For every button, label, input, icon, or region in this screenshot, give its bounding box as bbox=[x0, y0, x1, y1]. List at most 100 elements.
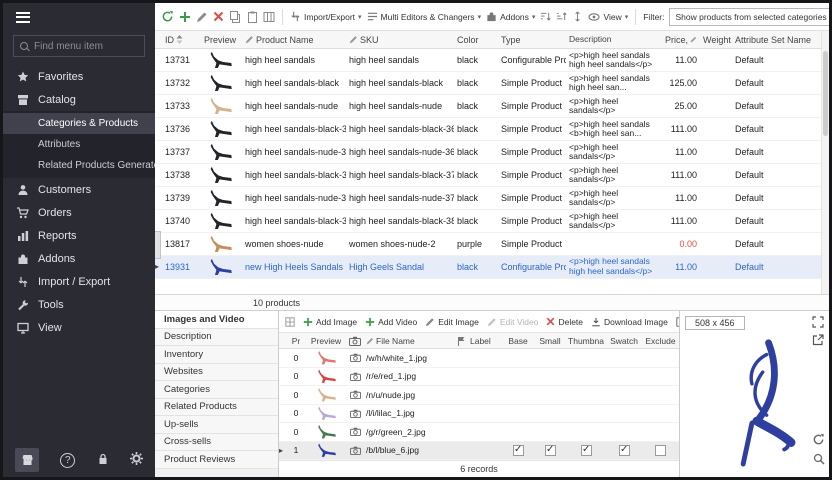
column-header-exclude[interactable]: Exclude bbox=[642, 336, 679, 346]
file-name-cell: /r/e/red_1.jpg bbox=[364, 371, 454, 381]
column-header-file-name[interactable]: File Name bbox=[364, 336, 454, 346]
image-row[interactable]: 0/w/h/white_1.jpg bbox=[279, 349, 679, 368]
category-filter-select[interactable]: Show products from selected categories▾ bbox=[669, 8, 829, 26]
help-icon[interactable]: ? bbox=[60, 453, 75, 468]
column-header-product-name[interactable]: Product Name bbox=[242, 35, 346, 45]
import-export-menu[interactable]: Import/Export▾ bbox=[290, 11, 362, 22]
base-checkbox[interactable] bbox=[513, 445, 524, 456]
delete-image-button[interactable]: Delete bbox=[546, 317, 583, 327]
refresh-image-icon[interactable] bbox=[812, 433, 825, 451]
thumbnail-checkbox[interactable] bbox=[581, 445, 592, 456]
delete-button[interactable] bbox=[213, 11, 224, 22]
id-cell: 13740 bbox=[162, 216, 198, 226]
column-header-description[interactable]: Description bbox=[566, 35, 662, 45]
copy-button[interactable] bbox=[229, 11, 241, 23]
swatch-checkbox[interactable] bbox=[619, 445, 630, 456]
sidebar-item-categories-products[interactable]: Categories & Products bbox=[3, 113, 155, 134]
table-row[interactable]: 13732high heel sandals-blackhigh heel sa… bbox=[155, 72, 821, 95]
sidebar-item-import-export[interactable]: Import / Export bbox=[3, 270, 155, 293]
column-header-type[interactable]: Type bbox=[498, 35, 566, 45]
table-row[interactable]: 13736high heel sandals-black-36high heel… bbox=[155, 118, 821, 141]
column-header-base[interactable]: Base bbox=[502, 336, 534, 346]
vertical-scrollbar[interactable] bbox=[821, 31, 829, 294]
tab-images-and-video[interactable]: Images and Video bbox=[155, 311, 278, 329]
store-icon[interactable] bbox=[15, 448, 39, 472]
view-menu[interactable]: View▾ bbox=[588, 12, 628, 22]
image-row[interactable]: 0/g/r/green_2.jpg bbox=[279, 423, 679, 442]
paste-button[interactable] bbox=[246, 11, 258, 23]
sort-ascending-button[interactable] bbox=[540, 11, 551, 22]
column-header-label[interactable]: Label bbox=[468, 336, 502, 346]
tab-related-products[interactable]: Related Products bbox=[155, 399, 278, 417]
tab-up-sells[interactable]: Up-sells bbox=[155, 416, 278, 434]
table-row[interactable]: 13737high heel sandals-nude-36high heel … bbox=[155, 141, 821, 164]
image-row[interactable]: 0/r/e/red_1.jpg bbox=[279, 368, 679, 387]
column-header-small[interactable]: Small bbox=[534, 336, 566, 346]
sort-descending-button[interactable] bbox=[556, 11, 567, 22]
sidebar-item-catalog[interactable]: Catalog bbox=[3, 88, 155, 111]
sidebar-item-favorites[interactable]: Favorites bbox=[3, 65, 155, 88]
multi-editors-menu[interactable]: Multi Editors & Changers▾ bbox=[367, 11, 482, 22]
tab-description[interactable]: Description bbox=[155, 329, 278, 347]
grid-view-icon[interactable] bbox=[285, 317, 295, 327]
zoom-icon[interactable] bbox=[813, 452, 825, 470]
image-row-selected[interactable]: 1/b/l/blue_6.jpg bbox=[279, 442, 679, 461]
add-video-button[interactable]: Add Video bbox=[365, 317, 417, 327]
table-row[interactable]: 13733high heel sandals-nudehigh heel san… bbox=[155, 95, 821, 118]
sidebar-item-related-products-generator[interactable]: Related Products Generator bbox=[3, 155, 155, 176]
fullscreen-icon[interactable] bbox=[812, 315, 824, 333]
small-checkbox[interactable] bbox=[545, 445, 556, 456]
download-image-button[interactable]: Download Image bbox=[591, 317, 668, 327]
open-external-icon[interactable] bbox=[812, 333, 824, 351]
column-header-sku[interactable]: SKU bbox=[346, 35, 454, 45]
add-image-button[interactable]: Add Image bbox=[303, 317, 357, 327]
exclude-checkbox[interactable] bbox=[655, 445, 666, 456]
product-image[interactable] bbox=[686, 333, 813, 469]
refresh-button[interactable] bbox=[161, 10, 174, 23]
tab-inventory[interactable]: Inventory bbox=[155, 346, 278, 364]
lock-icon[interactable] bbox=[97, 453, 109, 468]
sidebar-item-orders[interactable]: Orders bbox=[3, 201, 155, 224]
table-row[interactable]: 13739high heel sandals-nude-37high heel … bbox=[155, 187, 821, 210]
edit-image-button[interactable]: Edit Image bbox=[425, 317, 479, 327]
column-header-attribute-set[interactable]: Attribute Set Name bbox=[732, 35, 821, 45]
column-header-swatch[interactable]: Swatch bbox=[606, 336, 642, 346]
column-header-id[interactable]: ID bbox=[162, 35, 198, 45]
menu-search-input[interactable] bbox=[34, 41, 134, 52]
table-row-selected[interactable]: 13931new High Heels SandalsHigh Geels Sa… bbox=[155, 256, 821, 279]
sidebar-item-customers[interactable]: Customers bbox=[3, 178, 155, 201]
expand-collapse-button[interactable] bbox=[572, 11, 583, 22]
column-header-preview[interactable]: Preview bbox=[198, 35, 242, 45]
tab-cross-sells[interactable]: Cross-sells bbox=[155, 434, 278, 452]
table-row[interactable]: 13738high heel sandals-black-37high heel… bbox=[155, 164, 821, 187]
file-name-cell: /l/i/lilac_1.jpg bbox=[364, 408, 454, 418]
image-row[interactable]: 0/l/i/lilac_1.jpg bbox=[279, 405, 679, 424]
columns-button[interactable] bbox=[263, 11, 275, 23]
table-row[interactable]: 13817women shoes-nudewomen shoes-nude-2p… bbox=[155, 233, 821, 256]
add-product-button[interactable] bbox=[179, 11, 191, 23]
table-row[interactable]: 13740high heel sandals-black-38high heel… bbox=[155, 210, 821, 233]
edit-button[interactable] bbox=[196, 11, 208, 23]
column-header-color[interactable]: Color bbox=[454, 35, 498, 45]
column-header-weight[interactable]: Weight bbox=[700, 35, 732, 45]
column-header-price[interactable]: Price, bbox=[662, 35, 700, 45]
tab-websites[interactable]: Websites bbox=[155, 364, 278, 382]
menu-icon[interactable] bbox=[16, 9, 30, 25]
tab-product-reviews[interactable]: Product Reviews bbox=[155, 451, 278, 469]
sidebar-item-view[interactable]: View bbox=[3, 316, 155, 339]
column-header-priority[interactable]: Pr bbox=[286, 336, 306, 346]
settings-gear-icon[interactable] bbox=[130, 452, 143, 468]
image-row[interactable]: 0/n/u/nude.jpg bbox=[279, 386, 679, 405]
sidebar-item-attributes[interactable]: Attributes bbox=[3, 134, 155, 155]
sidebar-item-addons[interactable]: Addons bbox=[3, 247, 155, 270]
tab-categories[interactable]: Categories bbox=[155, 381, 278, 399]
scrollbar-thumb[interactable] bbox=[823, 51, 828, 136]
column-header-thumbnail[interactable]: Thumbna bbox=[566, 336, 606, 346]
sidebar-item-reports[interactable]: Reports bbox=[3, 224, 155, 247]
sidebar-collapse-handle[interactable] bbox=[155, 231, 161, 259]
edit-video-button[interactable]: Edit Video bbox=[487, 317, 539, 327]
sidebar-item-tools[interactable]: Tools bbox=[3, 293, 155, 316]
addons-menu[interactable]: Addons▾ bbox=[486, 11, 535, 22]
column-header-image-preview[interactable]: Preview bbox=[306, 336, 346, 346]
table-row[interactable]: 13731high heel sandalshigh heel sandalsb… bbox=[155, 49, 821, 72]
